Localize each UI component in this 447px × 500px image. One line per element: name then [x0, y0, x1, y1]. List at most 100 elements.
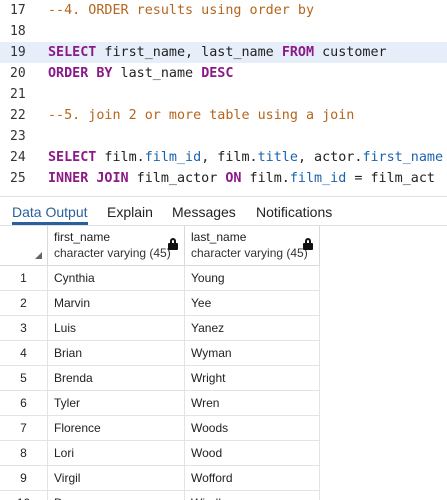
first-name-cell[interactable]: Cynthia [48, 266, 185, 291]
sql-text: film. [241, 171, 290, 186]
line-number: 25 [10, 171, 26, 186]
last-name-cell[interactable]: Wofford [185, 466, 320, 491]
tab-notifications[interactable]: Notifications [256, 197, 332, 225]
table-row[interactable]: 9 Virgil Wofford [0, 466, 320, 491]
row-number-header[interactable] [0, 226, 48, 266]
table-row[interactable]: 5 Brenda Wright [0, 366, 320, 391]
lock-icon [303, 238, 313, 250]
line-number: 24 [10, 150, 26, 165]
sql-comment: --5. join 2 or more table using a join [48, 108, 355, 123]
code-line[interactable]: 19 SELECT first_name, last_name FROM cust… [0, 42, 447, 63]
first-name-cell[interactable]: Florence [48, 416, 185, 441]
sql-keyword: INNER JOIN [48, 171, 129, 186]
table-row[interactable]: 2 Marvin Yee [0, 291, 320, 316]
grid-header: first_name character varying (45) last_n… [0, 226, 320, 266]
row-number-cell[interactable]: 10 [0, 491, 48, 500]
row-number-cell[interactable]: 6 [0, 391, 48, 416]
code-line[interactable]: 22 --5. join 2 or more table using a join [0, 105, 447, 126]
column-header-last-name[interactable]: last_name character varying (45) [185, 226, 320, 266]
sql-comment: --4. ORDER results using order by [48, 3, 315, 18]
row-number-cell[interactable]: 1 [0, 266, 48, 291]
code-text[interactable]: SELECT first_name, last_name FROM custom… [48, 42, 387, 63]
code-line[interactable]: 23 [0, 126, 447, 147]
line-number: 22 [10, 108, 26, 123]
code-text[interactable]: --4. ORDER results using order by [48, 0, 314, 21]
row-number-cell[interactable]: 9 [0, 466, 48, 491]
last-name-cell[interactable]: Yee [185, 291, 320, 316]
tab-messages[interactable]: Messages [172, 197, 236, 225]
table-row[interactable]: 3 Luis Yanez [0, 316, 320, 341]
code-text[interactable]: ORDER BY last_name DESC [48, 63, 233, 84]
sql-keyword: SELECT [48, 45, 97, 60]
sql-text: last_name [112, 66, 202, 81]
last-name-cell[interactable]: Young [185, 266, 320, 291]
first-name-cell[interactable]: Brenda [48, 366, 185, 391]
code-text[interactable]: SELECT film.film_id, film.title, actor.f… [48, 147, 443, 168]
code-line[interactable]: 24 SELECT film.film_id, film.title, actor… [0, 147, 447, 168]
sql-text: first_name, last_name [96, 45, 282, 60]
column-name: last_name [191, 230, 247, 244]
first-name-cell[interactable]: Darren [48, 491, 185, 500]
row-number-cell[interactable]: 4 [0, 341, 48, 366]
first-name-cell[interactable]: Tyler [48, 391, 185, 416]
table-row[interactable]: 4 Brian Wyman [0, 341, 320, 366]
grid-empty-area [320, 266, 447, 500]
sql-column: first_name [362, 150, 444, 165]
row-number-cell[interactable]: 3 [0, 316, 48, 341]
sql-keyword: ORDER BY [48, 66, 113, 81]
code-line[interactable]: 17 --4. ORDER results using order by [0, 0, 447, 21]
code-line[interactable]: 25 INNER JOIN film_actor ON film.film_id … [0, 168, 447, 189]
sql-editor[interactable]: 17 --4. ORDER results using order by 18 19 S… [0, 0, 447, 196]
sql-column: title [257, 150, 298, 165]
result-tabs: Data Output Explain Messages Notificatio… [0, 196, 447, 226]
tab-explain[interactable]: Explain [107, 197, 153, 225]
sql-text: customer [314, 45, 387, 60]
sql-keyword: FROM [281, 45, 315, 60]
data-output-grid: first_name character varying (45) last_n… [0, 226, 447, 500]
code-line[interactable]: 20 ORDER BY last_name DESC [0, 63, 447, 84]
column-type: character varying (45) [54, 246, 171, 260]
last-name-cell[interactable]: Windham [185, 491, 320, 500]
first-name-cell[interactable]: Lori [48, 441, 185, 466]
last-name-cell[interactable]: Wren [185, 391, 320, 416]
line-number: 23 [10, 129, 26, 144]
last-name-cell[interactable]: Yanez [185, 316, 320, 341]
sql-keyword: ON [225, 171, 242, 186]
last-name-cell[interactable]: Wyman [185, 341, 320, 366]
table-row[interactable]: 7 Florence Woods [0, 416, 320, 441]
last-name-cell[interactable]: Wright [185, 366, 320, 391]
code-line[interactable]: 21 [0, 84, 447, 105]
row-number-cell[interactable]: 7 [0, 416, 48, 441]
sql-text: , film. [201, 150, 258, 165]
sql-text: , actor. [297, 150, 363, 165]
tab-data-output[interactable]: Data Output [12, 197, 88, 225]
code-text[interactable]: --5. join 2 or more table using a join [48, 105, 354, 126]
row-number-cell[interactable]: 2 [0, 291, 48, 316]
column-header-first-name[interactable]: first_name character varying (45) [48, 226, 185, 266]
sql-keyword: SELECT [48, 150, 97, 165]
table-row[interactable]: 8 Lori Wood [0, 441, 320, 466]
column-type: character varying (45) [191, 246, 308, 260]
line-number: 18 [10, 24, 26, 39]
sql-text: film_actor [128, 171, 226, 186]
code-text[interactable]: INNER JOIN film_actor ON film.film_id = … [48, 168, 435, 189]
sql-keyword: DESC [201, 66, 234, 81]
table-row[interactable]: 10DarrenWindham [0, 491, 320, 500]
row-number-cell[interactable]: 5 [0, 366, 48, 391]
line-number: 21 [10, 87, 26, 102]
first-name-cell[interactable]: Brian [48, 341, 185, 366]
first-name-cell[interactable]: Virgil [48, 466, 185, 491]
select-all-icon[interactable] [35, 252, 42, 259]
lock-icon [168, 238, 178, 250]
sql-column: film_id [144, 150, 202, 165]
sql-column: film_id [289, 171, 347, 186]
code-line[interactable]: 18 [0, 21, 447, 42]
sql-text: = film_act [346, 171, 435, 186]
last-name-cell[interactable]: Woods [185, 416, 320, 441]
first-name-cell[interactable]: Luis [48, 316, 185, 341]
first-name-cell[interactable]: Marvin [48, 291, 185, 316]
last-name-cell[interactable]: Wood [185, 441, 320, 466]
table-row[interactable]: 6 Tyler Wren [0, 391, 320, 416]
table-row[interactable]: 1 Cynthia Young [0, 266, 320, 291]
row-number-cell[interactable]: 8 [0, 441, 48, 466]
